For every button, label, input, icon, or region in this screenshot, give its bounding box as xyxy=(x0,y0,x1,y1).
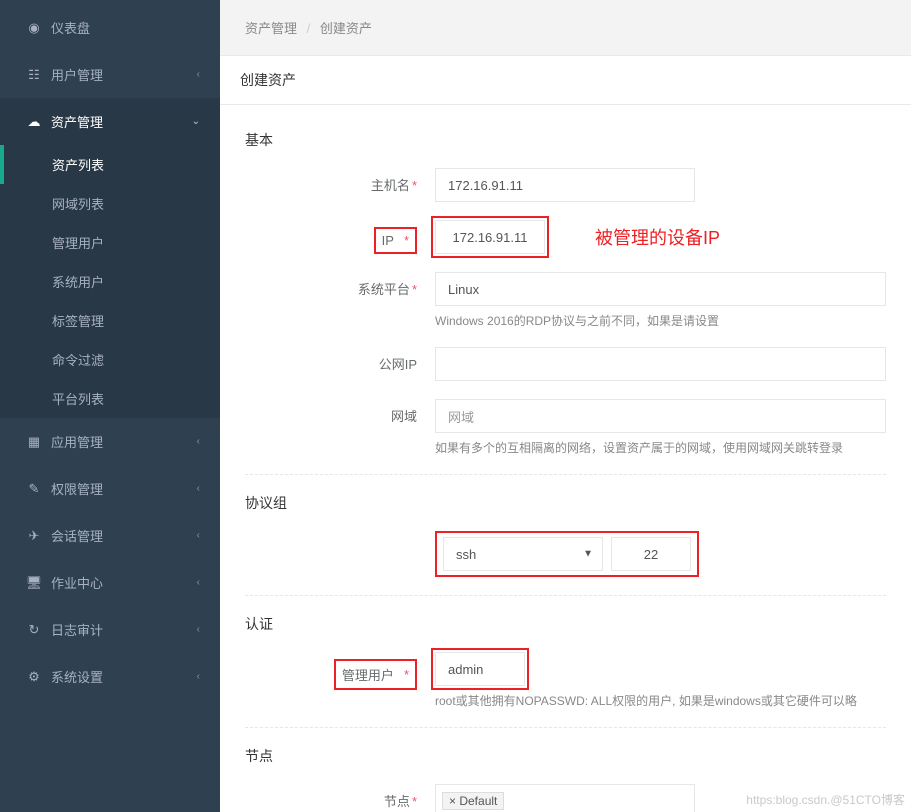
section-protocol: 协议组 xyxy=(245,493,886,513)
section-node: 节点 xyxy=(245,746,886,766)
sidebar-item-apps[interactable]: ▦ 应用管理 ‹ xyxy=(0,418,220,465)
dashboard-icon: ◉ xyxy=(25,20,43,36)
platform-select[interactable] xyxy=(435,272,886,306)
breadcrumb-current: 创建资产 xyxy=(320,21,372,36)
help-platform: Windows 2016的RDP协议与之前不同，如果是请设置 xyxy=(435,312,886,329)
admin-user-select[interactable] xyxy=(435,652,525,686)
ip-input[interactable] xyxy=(435,220,545,254)
label-admin-user: 管理用户* xyxy=(245,652,435,690)
users-icon: ☷ xyxy=(25,67,43,83)
breadcrumb: 资产管理 / 创建资产 xyxy=(220,0,911,55)
node-select[interactable]: × Default xyxy=(435,784,695,812)
chevron-left-icon: ‹ xyxy=(197,624,200,635)
help-admin-user: root或其他拥有NOPASSWD: ALL权限的用户, 如果是windows或… xyxy=(435,692,886,709)
sidebar-item-jobs[interactable]: 🖥 作业中心 ‹ xyxy=(0,559,220,606)
sidebar-item-label: 系统设置 xyxy=(51,667,103,686)
chevron-left-icon: ‹ xyxy=(197,530,200,541)
plane-icon: ✈ xyxy=(25,528,43,544)
sidebar-sub-system-user[interactable]: 系统用户 xyxy=(0,262,220,301)
chevron-down-icon: ⌄ xyxy=(192,116,200,127)
sidebar-submenu-assets: 资产列表 网域列表 管理用户 系统用户 标签管理 命令过滤 平台列表 xyxy=(0,145,220,418)
sidebar-item-label: 仪表盘 xyxy=(51,18,90,37)
label-hostname: 主机名* xyxy=(245,168,435,194)
label-node: 节点* xyxy=(245,784,435,810)
sidebar-sub-domain-list[interactable]: 网域列表 xyxy=(0,184,220,223)
chevron-left-icon: ‹ xyxy=(197,69,200,80)
cloud-icon: ☁ xyxy=(25,114,43,130)
sidebar-sub-asset-list[interactable]: 资产列表 xyxy=(0,145,220,184)
sidebar-item-label: 权限管理 xyxy=(51,479,103,498)
sidebar-item-perms[interactable]: ✎ 权限管理 ‹ xyxy=(0,465,220,512)
sidebar-item-label: 资产管理 xyxy=(51,112,103,131)
sidebar-sub-admin-user[interactable]: 管理用户 xyxy=(0,223,220,262)
section-basic: 基本 xyxy=(245,130,886,150)
chevron-left-icon: ‹ xyxy=(197,577,200,588)
sidebar-sub-tags[interactable]: 标签管理 xyxy=(0,301,220,340)
node-tag-default[interactable]: × Default xyxy=(442,792,504,810)
sidebar-item-audit[interactable]: ↻ 日志审计 ‹ xyxy=(0,606,220,653)
port-input[interactable] xyxy=(611,537,691,571)
sidebar-item-label: 会话管理 xyxy=(51,526,103,545)
sidebar-item-label: 日志审计 xyxy=(51,620,103,639)
label-domain: 网域 xyxy=(245,399,435,425)
cog-icon: ⚙ xyxy=(25,669,43,685)
label-ip: IP* xyxy=(245,220,435,254)
panel: 创建资产 基本 主机名* IP* 被管理的设备IP xyxy=(220,55,911,812)
help-domain: 如果有多个的互相隔离的网络，设置资产属于的网域，使用网域网关跳转登录 xyxy=(435,439,886,456)
label-platform: 系统平台* xyxy=(245,272,435,298)
chevron-left-icon: ‹ xyxy=(197,436,200,447)
chevron-left-icon: ‹ xyxy=(197,483,200,494)
breadcrumb-parent[interactable]: 资产管理 xyxy=(245,21,297,36)
sidebar-item-assets[interactable]: ☁ 资产管理 ⌄ xyxy=(0,98,220,145)
label-public-ip: 公网IP xyxy=(245,347,435,373)
history-icon: ↻ xyxy=(25,622,43,638)
watermark: https:blog.csdn.@51CTO博客 xyxy=(746,791,905,808)
edit-icon: ✎ xyxy=(25,481,43,497)
public-ip-input[interactable] xyxy=(435,347,886,381)
sidebar-item-users[interactable]: ☷ 用户管理 ‹ xyxy=(0,51,220,98)
panel-title: 创建资产 xyxy=(220,56,911,105)
main-content: 资产管理 / 创建资产 创建资产 基本 主机名* IP* xyxy=(220,0,911,812)
sidebar-item-sessions[interactable]: ✈ 会话管理 ‹ xyxy=(0,512,220,559)
divider xyxy=(245,727,886,728)
sidebar-item-label: 应用管理 xyxy=(51,432,103,451)
sidebar: ◉ 仪表盘 ☷ 用户管理 ‹ ☁ 资产管理 ⌄ 资产列表 网域列表 管理用户 系… xyxy=(0,0,220,812)
sidebar-sub-cmd-filter[interactable]: 命令过滤 xyxy=(0,340,220,379)
sidebar-item-label: 用户管理 xyxy=(51,65,103,84)
divider xyxy=(245,595,886,596)
domain-select[interactable] xyxy=(435,399,886,433)
section-auth: 认证 xyxy=(245,614,886,634)
grid-icon: ▦ xyxy=(25,434,43,450)
annotation-ip: 被管理的设备IP xyxy=(595,224,720,250)
breadcrumb-sep: / xyxy=(307,21,311,36)
sidebar-item-settings[interactable]: ⚙ 系统设置 ‹ xyxy=(0,653,220,700)
monitor-icon: 🖥 xyxy=(25,575,43,591)
sidebar-item-label: 作业中心 xyxy=(51,573,103,592)
protocol-select[interactable]: ssh xyxy=(443,537,603,571)
chevron-left-icon: ‹ xyxy=(197,671,200,682)
hostname-input[interactable] xyxy=(435,168,695,202)
sidebar-sub-platform-list[interactable]: 平台列表 xyxy=(0,379,220,418)
sidebar-item-dashboard[interactable]: ◉ 仪表盘 xyxy=(0,4,220,51)
divider xyxy=(245,474,886,475)
